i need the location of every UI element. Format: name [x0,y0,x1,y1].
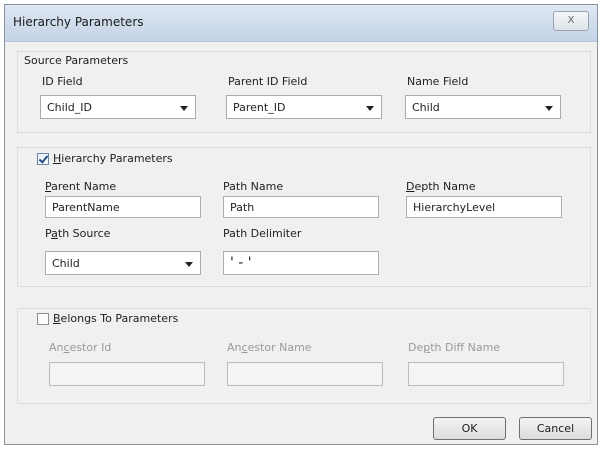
ok-button[interactable]: OK [433,417,506,440]
belongs-title-accel: B [53,312,61,325]
close-icon: X [567,15,575,26]
path-source-select[interactable]: Child [45,251,201,275]
name-field-label: Name Field [407,75,469,88]
path-source-label: Path Source [45,227,110,240]
path-source-value: Child [52,257,80,270]
title-bar[interactable]: Hierarchy Parameters X [5,5,597,42]
dialog-title: Hierarchy Parameters [13,15,144,29]
hierarchy-parameters-dialog: Hierarchy Parameters X Source Parameters… [4,4,598,445]
source-parameters-group: Source Parameters ID Field Child_ID Pare… [17,51,591,133]
chevron-down-icon [185,262,193,267]
name-field-select[interactable]: Child [405,95,561,119]
chevron-down-icon [545,106,553,111]
path-source-label-rest: th Source [57,227,111,240]
id-field-label: ID Field [42,75,83,88]
path-source-accel: a [51,227,58,240]
chevron-down-icon [180,106,188,111]
belongs-to-parameters-title[interactable]: Belongs To Parameters [53,312,178,325]
ancestor-name-label: Ancestor Name [227,341,312,354]
path-delimiter-input[interactable] [223,251,379,275]
belongs-title-rest: elongs To Parameters [60,312,179,325]
parent-name-label-rest: arent Name [51,180,117,193]
ancestor-name-label-pre: An [227,341,242,354]
id-field-value: Child_ID [47,101,92,114]
source-parameters-title: Source Parameters [24,54,129,67]
ancestor-id-label-rest: estor Id [69,341,112,354]
parent-name-label: Parent Name [45,180,116,193]
check-icon [38,153,49,164]
hierarchy-parameters-title[interactable]: Hierarchy Parameters [53,152,173,165]
parent-id-field-select[interactable]: Parent_ID [226,95,382,119]
path-delimiter-label: Path Delimiter [223,227,302,240]
depth-diff-name-label: Depth Diff Name [408,341,500,354]
chevron-down-icon [366,106,374,111]
ancestor-id-label-pre: An [49,341,64,354]
belongs-to-parameters-checkbox[interactable] [37,313,49,325]
ancestor-id-label: Ancestor Id [49,341,111,354]
hierarchy-title-rest: ierarchy Parameters [61,152,173,165]
hierarchy-parameters-checkbox[interactable] [37,153,49,165]
depth-diff-name-label-pre: De [408,341,424,354]
depth-diff-name-input[interactable] [408,362,564,386]
cancel-button[interactable]: Cancel [519,417,592,440]
parent-name-input[interactable] [45,196,201,218]
parent-id-field-label: Parent ID Field [228,75,308,88]
depth-diff-name-label-rest: th Diff Name [430,341,501,354]
name-field-value: Child [412,101,440,114]
path-name-label: Path Name [223,180,284,193]
close-button[interactable]: X [553,11,589,31]
ancestor-id-input[interactable] [49,362,205,386]
path-name-input[interactable] [223,196,379,218]
id-field-select[interactable]: Child_ID [40,95,196,119]
parent-id-field-value: Parent_ID [233,101,286,114]
ancestor-name-input[interactable] [227,362,383,386]
depth-name-label-rest: epth Name [414,180,476,193]
depth-name-input[interactable] [406,196,562,218]
ancestor-name-label-rest: estor Name [247,341,312,354]
depth-name-label: Depth Name [406,180,475,193]
